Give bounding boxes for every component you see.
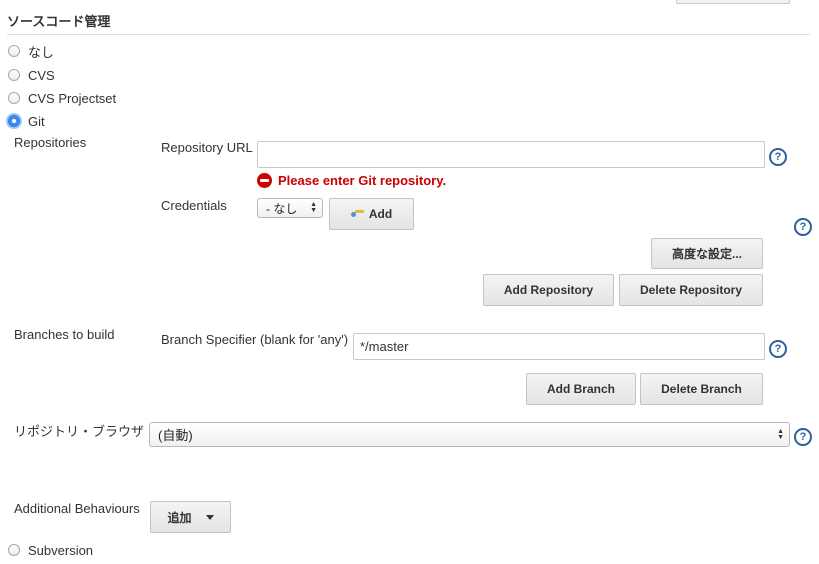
scm-option-label: CVS Projectset — [28, 90, 117, 106]
error-icon — [257, 173, 272, 188]
top-button-stub[interactable] — [676, 0, 790, 4]
radio-icon[interactable] — [8, 69, 20, 81]
add-branch-button[interactable]: Add Branch — [526, 373, 636, 405]
delete-branch-button[interactable]: Delete Branch — [640, 373, 763, 405]
repository-url-label: Repository URL — [161, 140, 253, 155]
advanced-settings-button[interactable]: 高度な設定... — [651, 238, 763, 269]
add-behaviour-label: 追加 — [167, 510, 192, 525]
repository-browser-label: リポジトリ・ブラウザ — [14, 424, 145, 439]
radio-icon[interactable] — [8, 92, 20, 104]
section-title: ソースコード管理 — [7, 14, 111, 29]
add-credentials-label: Add — [368, 207, 393, 221]
error-message: Please enter Git repository. — [278, 173, 447, 188]
add-credentials-button[interactable]: Add — [329, 198, 414, 230]
credentials-label: Credentials — [161, 198, 227, 213]
updown-arrows-icon: ▲ ▼ — [310, 201, 317, 214]
radio-icon[interactable] — [8, 544, 20, 556]
credentials-value: - なし — [266, 201, 298, 216]
scm-option-label: なし — [28, 44, 55, 60]
add-behaviour-button[interactable]: 追加 — [150, 501, 231, 533]
scm-option-cvs[interactable]: CVS — [8, 66, 55, 84]
repository-browser-value: (自動) — [158, 428, 193, 443]
help-icon[interactable]: ? — [794, 218, 812, 236]
scm-option-label: Git — [28, 113, 45, 129]
repositories-label: Repositories — [14, 135, 87, 150]
scm-option-cvs-projectset[interactable]: CVS Projectset — [8, 89, 116, 107]
scm-option-subversion[interactable]: Subversion — [8, 541, 93, 559]
delete-repository-button[interactable]: Delete Repository — [619, 274, 763, 306]
credentials-select[interactable]: - なし ▲ ▼ — [257, 198, 323, 218]
updown-arrows-icon: ▲ ▼ — [777, 427, 784, 441]
branch-specifier-input[interactable] — [353, 333, 765, 360]
help-icon[interactable]: ? — [769, 340, 787, 358]
scm-option-label: CVS — [28, 67, 55, 83]
additional-behaviours-label: Additional Behaviours — [14, 501, 140, 516]
key-icon — [350, 210, 365, 218]
help-icon[interactable]: ? — [794, 428, 812, 446]
add-repository-button[interactable]: Add Repository — [483, 274, 614, 306]
repository-browser-select[interactable]: (自動) ▲ ▼ — [149, 422, 790, 447]
chevron-down-icon — [205, 514, 214, 520]
help-icon[interactable]: ? — [769, 148, 787, 166]
scm-option-git[interactable]: Git — [8, 112, 45, 130]
radio-selected-icon[interactable] — [8, 115, 20, 127]
repository-url-input[interactable] — [257, 141, 765, 168]
repository-url-error: Please enter Git repository. — [257, 173, 446, 188]
scm-option-label: Subversion — [28, 542, 94, 558]
radio-icon[interactable] — [8, 45, 20, 57]
scm-option-none[interactable]: なし — [8, 42, 54, 60]
section-divider — [7, 34, 810, 35]
branches-label: Branches to build — [14, 327, 115, 342]
branch-specifier-label: Branch Specifier (blank for 'any') — [161, 332, 349, 347]
